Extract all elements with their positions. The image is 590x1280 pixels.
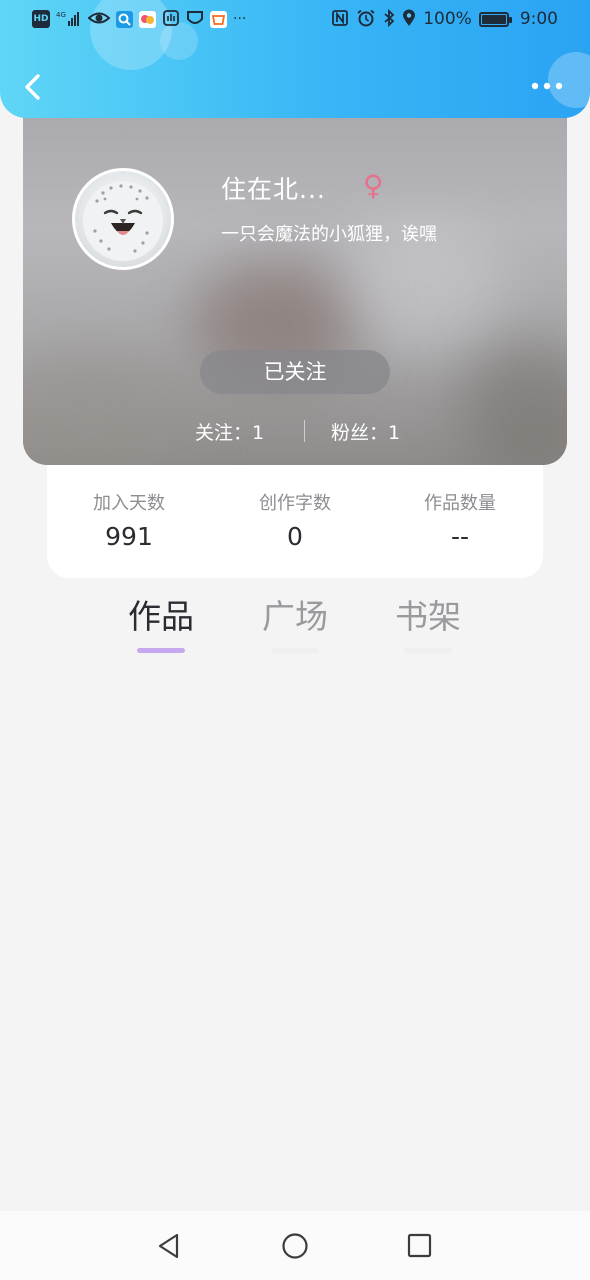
follow-stats: 关注：1 粉丝：1 <box>23 418 567 444</box>
eye-icon <box>87 9 111 29</box>
nav-back-button[interactable] <box>154 1231 184 1261</box>
content-tabs: 作品 广场 书架 <box>0 592 590 662</box>
status-left: HD 4G ··· <box>32 9 246 29</box>
followed-button[interactable]: 已关注 <box>200 350 390 394</box>
nav-recent-apps-button[interactable] <box>405 1231 435 1261</box>
background-blur <box>463 340 567 465</box>
status-right: 100% 9:00 <box>331 8 558 29</box>
shopping-app-icon <box>210 10 227 28</box>
tab-works[interactable]: 作品 <box>111 592 211 653</box>
search-app-icon <box>116 10 133 28</box>
back-button[interactable] <box>20 68 60 108</box>
4g-signal-icon: 4G <box>56 9 82 29</box>
alarm-icon <box>356 9 376 29</box>
nav-home-button[interactable] <box>280 1231 310 1261</box>
top-header: HD 4G ··· 100% 9:00 <box>0 0 590 118</box>
location-icon <box>402 9 416 29</box>
clock-time: 9:00 <box>519 9 558 29</box>
hd-icon: HD <box>32 10 50 28</box>
tab-label: 书架 <box>395 597 461 636</box>
following-count[interactable]: 关注：1 <box>195 418 264 445</box>
background-blur <box>23 350 193 465</box>
tab-indicator <box>137 648 185 653</box>
nickname: 住在北... <box>221 175 326 204</box>
stat-label: 作品数量 <box>424 493 496 514</box>
recent-square-icon <box>407 1233 432 1258</box>
tab-label: 作品 <box>128 597 194 636</box>
tab-label: 广场 <box>262 597 328 636</box>
stat-label: 创作字数 <box>259 493 331 514</box>
hand-app-icon <box>162 9 180 29</box>
female-gender-icon: ♀ <box>363 169 384 202</box>
tab-bookshelf[interactable]: 书架 <box>378 592 478 653</box>
profile-card: 住在北... ♀ 一只会魔法的小狐狸，诶嘿 已关注 关注：1 粉丝：1 <box>23 100 567 465</box>
chevron-left-icon <box>25 74 40 100</box>
more-options-button[interactable] <box>528 76 568 96</box>
user-bio: 一只会魔法的小狐狸，诶嘿 <box>221 224 437 245</box>
nfc-icon <box>331 9 349 29</box>
tab-indicator <box>404 648 452 653</box>
status-bar: HD 4G ··· 100% 9:00 <box>0 0 590 40</box>
bluetooth-icon <box>383 8 395 29</box>
battery-icon <box>478 11 512 27</box>
photo-app-icon <box>139 10 156 28</box>
followers-count[interactable]: 粉丝：1 <box>331 418 400 445</box>
battery-percent: 100% <box>423 9 472 29</box>
system-navigation-bar <box>0 1211 590 1280</box>
stat-value: 991 <box>105 522 153 551</box>
shield-app-icon <box>186 9 204 29</box>
svg-text:4G: 4G <box>56 11 66 19</box>
tab-indicator <box>271 648 319 653</box>
owl-avatar-image <box>83 181 163 261</box>
tab-square[interactable]: 广场 <box>245 592 345 653</box>
words-written-stat: 创作字数 0 <box>215 492 375 554</box>
stat-value: -- <box>450 522 470 551</box>
more-notifications-indicator: ··· <box>233 11 247 27</box>
more-dots-icon <box>531 82 563 90</box>
back-triangle-icon <box>158 1233 179 1259</box>
days-joined-stat: 加入天数 991 <box>49 492 209 554</box>
works-count-stat: 作品数量 -- <box>380 492 540 554</box>
stats-divider <box>304 420 305 442</box>
home-circle-icon <box>282 1233 308 1259</box>
stat-value: 0 <box>287 522 303 551</box>
stat-label: 加入天数 <box>93 493 165 514</box>
avatar[interactable] <box>72 168 174 270</box>
